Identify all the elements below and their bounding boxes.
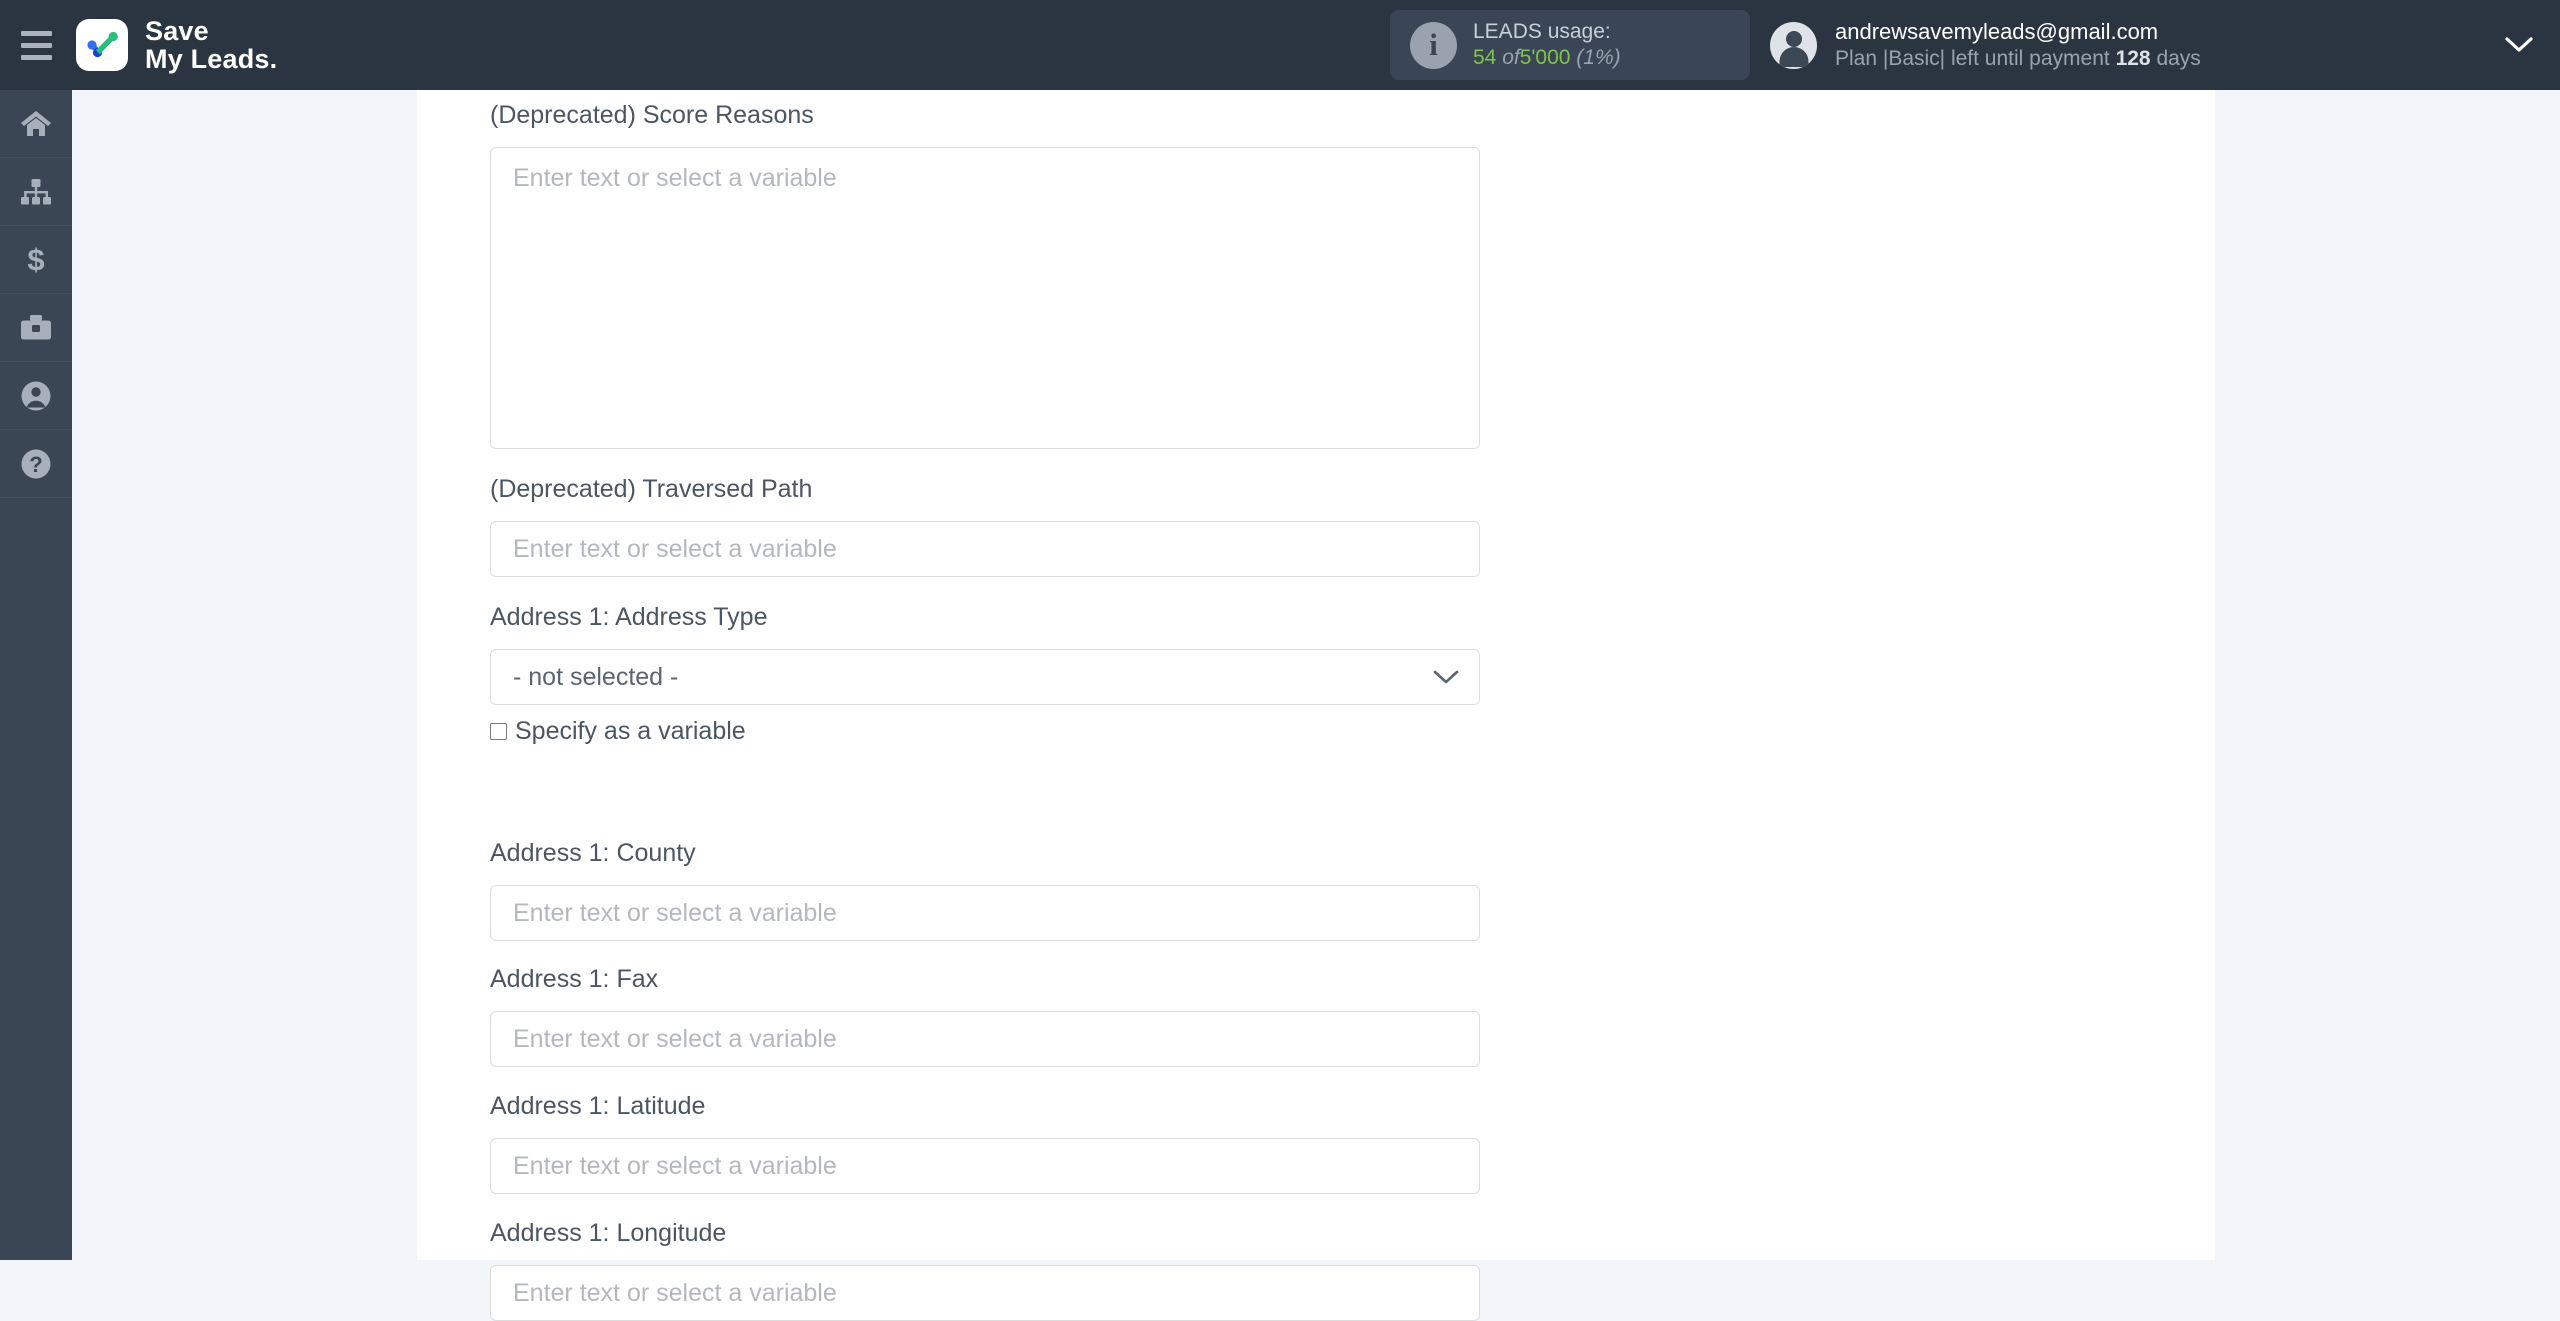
field-label: (Deprecated) Score Reasons xyxy=(490,101,814,129)
field-mapping-form: (Deprecated) Score Reasons Enter text or… xyxy=(417,90,2215,1321)
leads-usage-box[interactable]: i LEADS usage: 54 of5'000 (1%) xyxy=(1390,10,1750,80)
field-label: (Deprecated) Traversed Path xyxy=(490,475,813,503)
field-label: Address 1: Longitude xyxy=(490,1219,727,1247)
specify-as-variable-checkbox[interactable] xyxy=(490,723,507,740)
account-plan-info: Plan |Basic| left until payment 128 days xyxy=(1835,46,2201,72)
usage-total: 5'000 xyxy=(1519,46,1571,69)
longitude-input[interactable]: Enter text or select a variable xyxy=(490,1265,1480,1321)
sidebar-item-connections[interactable] xyxy=(0,158,72,226)
form-group-address-type: Address 1: Address Type - not selected -… xyxy=(490,605,1480,746)
hamburger-bar xyxy=(20,30,52,36)
sidebar-item-home[interactable] xyxy=(0,90,72,158)
placeholder-text: Enter text or select a variable xyxy=(513,1279,837,1307)
account-menu[interactable]: andrewsavemyleads@gmail.com Plan |Basic|… xyxy=(1770,10,2201,80)
score-reasons-textarea[interactable]: Enter text or select a variable xyxy=(490,147,1480,449)
savemyleads-logo-icon xyxy=(76,19,128,71)
form-group-traversed-path: (Deprecated) Traversed Path Enter text o… xyxy=(490,477,1480,577)
usage-title: LEADS usage: xyxy=(1473,20,1611,44)
account-days-left: 128 xyxy=(2115,46,2151,70)
specify-as-variable-checkbox-row[interactable]: Specify as a variable xyxy=(490,717,1480,746)
account-chevron-down-icon[interactable] xyxy=(2505,36,2533,59)
sitemap-icon xyxy=(19,177,53,207)
placeholder-text: Enter text or select a variable xyxy=(513,899,837,927)
placeholder-text: Enter text or select a variable xyxy=(513,535,837,563)
user-icon xyxy=(20,380,52,412)
dollar-icon: $ xyxy=(23,243,49,277)
hamburger-bar xyxy=(20,54,52,60)
top-header: Save My Leads. i LEADS usage: 54 of5'000… xyxy=(0,0,2560,90)
placeholder-text: Enter text or select a variable xyxy=(513,164,837,192)
usage-separator: of xyxy=(1502,46,1520,69)
form-group-score-reasons: (Deprecated) Score Reasons Enter text or… xyxy=(490,103,1480,449)
briefcase-icon xyxy=(19,313,53,343)
sidebar-item-services[interactable] xyxy=(0,294,72,362)
chevron-down-icon xyxy=(1433,650,1459,704)
field-label: Address 1: Address Type xyxy=(490,603,768,631)
form-group-county: Address 1: County Enter text or select a… xyxy=(490,841,1480,941)
usage-values: 54 of5'000 (1%) xyxy=(1473,45,1621,71)
field-label: Address 1: County xyxy=(490,839,696,867)
form-group-fax: Address 1: Fax Enter text or select a va… xyxy=(490,967,1480,1067)
content-panel: (Deprecated) Score Reasons Enter text or… xyxy=(417,90,2215,1321)
brand-name: Save My Leads. xyxy=(145,15,278,74)
sidebar-item-help[interactable]: ? xyxy=(0,430,72,498)
account-email: andrewsavemyleads@gmail.com xyxy=(1835,18,2159,44)
info-icon: i xyxy=(1410,21,1457,69)
county-input[interactable]: Enter text or select a variable xyxy=(490,885,1480,941)
placeholder-text: Enter text or select a variable xyxy=(513,1025,837,1053)
select-selected-value: - not selected - xyxy=(513,663,679,691)
left-sidebar: $ ? xyxy=(0,90,72,1260)
field-label: Address 1: Latitude xyxy=(490,1092,706,1120)
account-plan-prefix: Plan |Basic| left until payment xyxy=(1835,46,2110,70)
fax-input[interactable]: Enter text or select a variable xyxy=(490,1011,1480,1067)
sidebar-item-billing[interactable]: $ xyxy=(0,226,72,294)
latitude-input[interactable]: Enter text or select a variable xyxy=(490,1138,1480,1194)
address-type-select[interactable]: - not selected - xyxy=(490,649,1480,705)
specify-as-variable-label: Specify as a variable xyxy=(515,717,746,745)
form-group-longitude: Address 1: Longitude Enter text or selec… xyxy=(490,1221,1480,1321)
hamburger-bar xyxy=(20,42,52,48)
svg-text:?: ? xyxy=(29,452,42,477)
hamburger-menu-icon[interactable] xyxy=(0,0,72,90)
traversed-path-input[interactable]: Enter text or select a variable xyxy=(490,521,1480,577)
placeholder-text: Enter text or select a variable xyxy=(513,1152,837,1180)
question-circle-icon: ? xyxy=(20,448,52,480)
form-group-latitude: Address 1: Latitude Enter text or select… xyxy=(490,1094,1480,1194)
user-avatar-icon xyxy=(1770,21,1817,69)
field-label: Address 1: Fax xyxy=(490,965,659,993)
sidebar-item-profile[interactable] xyxy=(0,362,72,430)
brand-logo-link[interactable]: Save My Leads. xyxy=(76,17,277,73)
usage-used: 54 xyxy=(1473,46,1497,69)
account-days-suffix: days xyxy=(2156,46,2201,70)
home-icon xyxy=(19,109,53,139)
usage-percent: (1%) xyxy=(1576,46,1621,69)
svg-text:$: $ xyxy=(27,243,44,277)
